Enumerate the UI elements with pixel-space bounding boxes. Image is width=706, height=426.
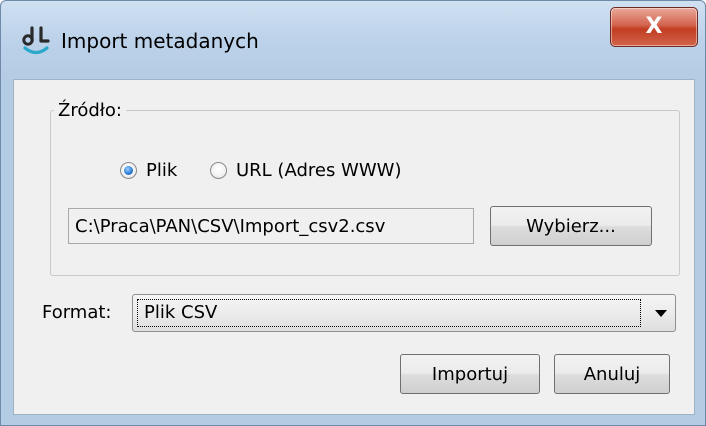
format-selected-value: Plik CSV [137, 299, 641, 327]
title-bar[interactable]: Import metadanych X [1, 1, 705, 81]
close-button[interactable]: X [610, 7, 698, 47]
file-path-input[interactable] [68, 208, 474, 244]
cancel-button[interactable]: Anuluj [554, 354, 670, 394]
dl-logo-icon [21, 25, 51, 57]
dialog-body: Źródło: Plik URL (Adres WWW) Wybierz... … [13, 79, 695, 415]
radio-url-label[interactable]: URL (Adres WWW) [236, 160, 401, 182]
dialog-window: Import metadanych X Źródło: Plik URL (Ad… [0, 0, 706, 426]
browse-button[interactable]: Wybierz... [490, 206, 652, 246]
chevron-down-icon[interactable] [655, 310, 667, 317]
source-group-label: Źródło: [54, 100, 126, 122]
source-groupbox [50, 110, 680, 276]
window-title: Import metadanych [61, 29, 259, 53]
format-select[interactable]: Plik CSV [132, 294, 676, 332]
radio-url[interactable] [210, 162, 227, 179]
import-button[interactable]: Importuj [400, 354, 540, 394]
format-label: Format: [42, 302, 112, 323]
radio-file-label[interactable]: Plik [146, 160, 177, 182]
radio-file[interactable] [120, 162, 137, 179]
